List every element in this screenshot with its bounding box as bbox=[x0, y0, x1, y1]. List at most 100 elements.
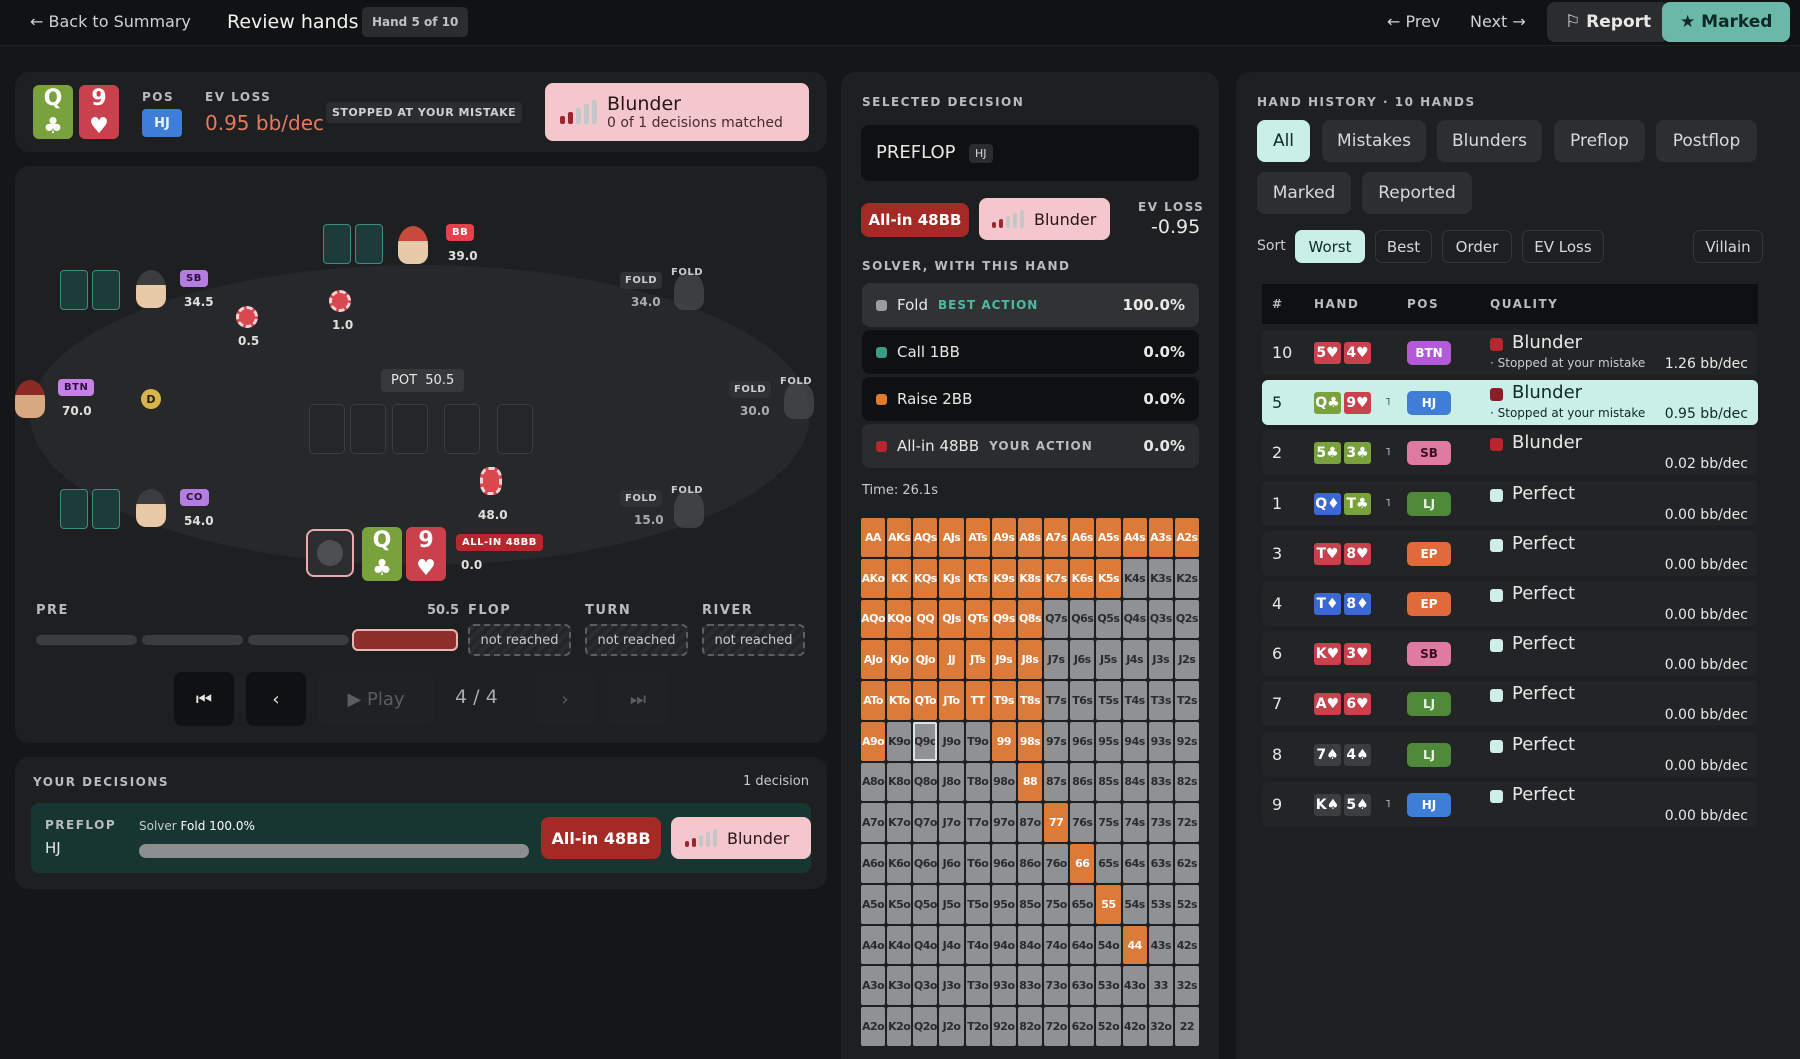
range-cell[interactable]: JJ bbox=[939, 640, 964, 680]
range-cell[interactable]: QJo bbox=[913, 640, 938, 680]
range-cell[interactable]: KTs bbox=[965, 558, 990, 598]
range-cell[interactable]: J6o bbox=[939, 844, 964, 883]
range-cell[interactable]: 43o bbox=[1122, 966, 1147, 1006]
range-cell[interactable]: 83o bbox=[1017, 966, 1043, 1006]
range-cell[interactable]: 75o bbox=[1044, 884, 1069, 924]
range-cell[interactable]: A5o bbox=[861, 884, 886, 924]
range-cell[interactable]: AQs bbox=[913, 518, 938, 557]
range-cell[interactable]: K8o bbox=[887, 762, 912, 802]
range-cell[interactable]: A7s bbox=[1044, 518, 1069, 557]
range-cell[interactable]: 62s bbox=[1174, 844, 1199, 883]
hand-history-row[interactable]: 3 T♥ 8♥ EP Perfect 0.00 bb/dec bbox=[1262, 530, 1758, 576]
range-cell[interactable]: A4o bbox=[861, 925, 886, 965]
range-cell[interactable]: Q9o bbox=[913, 721, 938, 761]
range-cell[interactable]: T7o bbox=[965, 803, 990, 843]
range-cell[interactable]: 83s bbox=[1148, 762, 1173, 802]
range-cell[interactable]: Q5s bbox=[1096, 599, 1121, 639]
range-cell[interactable]: ATs bbox=[965, 518, 990, 557]
range-cell[interactable]: 63o bbox=[1070, 966, 1095, 1006]
range-cell[interactable]: KJo bbox=[887, 640, 912, 680]
range-cell[interactable]: 93o bbox=[991, 966, 1016, 1006]
range-cell[interactable]: AJs bbox=[939, 518, 964, 557]
range-cell[interactable]: J9o bbox=[939, 721, 964, 761]
range-cell[interactable]: 86s bbox=[1070, 762, 1095, 802]
range-cell[interactable]: KK bbox=[887, 558, 912, 598]
range-cell[interactable]: AJo bbox=[861, 640, 886, 680]
range-cell[interactable]: J3s bbox=[1148, 640, 1173, 680]
range-cell[interactable]: 53s bbox=[1148, 884, 1173, 924]
play-button[interactable]: ▶ Play bbox=[318, 672, 434, 726]
filter-blunders[interactable]: Blunders bbox=[1437, 120, 1542, 162]
prev-button[interactable]: ← Prev bbox=[1387, 7, 1440, 36]
range-cell[interactable]: 22 bbox=[1174, 1007, 1199, 1046]
range-cell[interactable]: 63s bbox=[1148, 844, 1173, 883]
range-cell[interactable]: A9s bbox=[991, 518, 1016, 557]
range-cell[interactable]: 98s bbox=[1017, 721, 1043, 761]
range-cell[interactable]: Q6o bbox=[913, 844, 938, 883]
range-cell[interactable]: 96o bbox=[991, 844, 1016, 883]
step-back-button[interactable]: ‹ bbox=[246, 672, 306, 726]
range-cell[interactable]: K6s bbox=[1070, 558, 1095, 598]
hand-history-row[interactable]: 10 5♥ 4♥ BTN Blunder · Stopped at your mistak… bbox=[1262, 330, 1758, 375]
range-cell[interactable]: K5s bbox=[1096, 558, 1121, 598]
range-cell[interactable]: 77 bbox=[1044, 803, 1069, 843]
range-cell[interactable]: KTo bbox=[887, 681, 912, 720]
range-cell[interactable]: J2s bbox=[1174, 640, 1199, 680]
range-cell[interactable]: Q9s bbox=[991, 599, 1016, 639]
range-cell[interactable]: A3o bbox=[861, 966, 886, 1006]
filter-preflop[interactable]: Preflop bbox=[1554, 120, 1645, 162]
range-cell[interactable]: JTo bbox=[939, 681, 964, 720]
range-cell[interactable]: 95s bbox=[1096, 721, 1121, 761]
hand-history-row[interactable]: 8 7♠ 4♠ LJ Perfect 0.00 bb/dec bbox=[1262, 731, 1758, 777]
range-cell[interactable]: J4o bbox=[939, 925, 964, 965]
range-cell[interactable]: T6o bbox=[965, 844, 990, 883]
range-cell[interactable]: T8s bbox=[1017, 681, 1043, 720]
range-cell[interactable]: AQo bbox=[861, 599, 886, 639]
range-cell[interactable]: AKo bbox=[861, 558, 886, 598]
range-cell[interactable]: K4s bbox=[1122, 558, 1147, 598]
range-cell[interactable]: A8s bbox=[1017, 518, 1043, 557]
range-cell[interactable]: T2s bbox=[1174, 681, 1199, 720]
range-cell[interactable]: KQs bbox=[913, 558, 938, 598]
next-button[interactable]: Next → bbox=[1470, 7, 1526, 36]
range-cell[interactable]: K6o bbox=[887, 844, 912, 883]
range-cell[interactable]: Q2s bbox=[1174, 599, 1199, 639]
range-cell[interactable]: K8s bbox=[1017, 558, 1043, 598]
range-cell[interactable]: J4s bbox=[1122, 640, 1147, 680]
skip-to-end-button[interactable]: ⏭ bbox=[608, 672, 668, 726]
range-cell[interactable]: 87o bbox=[1017, 803, 1043, 843]
range-cell[interactable]: J8s bbox=[1017, 640, 1043, 680]
range-cell[interactable]: 73s bbox=[1148, 803, 1173, 843]
range-cell[interactable]: 76s bbox=[1070, 803, 1095, 843]
skip-to-start-button[interactable]: ⏮ bbox=[174, 672, 234, 726]
range-cell[interactable]: J7s bbox=[1044, 640, 1069, 680]
range-cell[interactable]: Q6s bbox=[1070, 599, 1095, 639]
range-cell[interactable]: 44 bbox=[1122, 925, 1147, 965]
preflop-step-2[interactable] bbox=[142, 635, 243, 645]
range-cell[interactable]: KQo bbox=[887, 599, 912, 639]
range-cell[interactable]: 87s bbox=[1044, 762, 1069, 802]
range-cell[interactable]: A7o bbox=[861, 803, 886, 843]
range-cell[interactable]: 93s bbox=[1148, 721, 1173, 761]
range-cell[interactable]: J2o bbox=[939, 1007, 964, 1046]
range-cell[interactable]: A4s bbox=[1122, 518, 1147, 557]
range-cell[interactable]: 92s bbox=[1174, 721, 1199, 761]
range-cell[interactable]: Q4s bbox=[1122, 599, 1147, 639]
filter-postflop[interactable]: Postflop bbox=[1656, 120, 1757, 162]
range-cell[interactable]: 74s bbox=[1122, 803, 1147, 843]
hand-history-row[interactable]: 7 A♥ 6♥ LJ Perfect 0.00 bb/dec bbox=[1262, 681, 1758, 727]
range-cell[interactable]: K9o bbox=[887, 721, 912, 761]
range-cell[interactable]: A3s bbox=[1148, 518, 1173, 557]
range-cell[interactable]: 85o bbox=[1017, 884, 1043, 924]
sort-order[interactable]: Order bbox=[1442, 230, 1512, 263]
range-cell[interactable]: QTs bbox=[965, 599, 990, 639]
hand-history-row[interactable]: 6 K♥ 3♥ SB Perfect 0.00 bb/dec bbox=[1262, 631, 1758, 677]
range-cell[interactable]: Q8s bbox=[1017, 599, 1043, 639]
range-cell[interactable]: A8o bbox=[861, 762, 886, 802]
range-cell[interactable]: K7s bbox=[1044, 558, 1069, 598]
range-cell[interactable]: J8o bbox=[939, 762, 964, 802]
range-cell[interactable]: A5s bbox=[1096, 518, 1121, 557]
range-cell[interactable]: A9o bbox=[861, 721, 886, 761]
filter-mistakes[interactable]: Mistakes bbox=[1322, 120, 1426, 162]
sort-ev-loss[interactable]: EV Loss bbox=[1522, 230, 1604, 263]
